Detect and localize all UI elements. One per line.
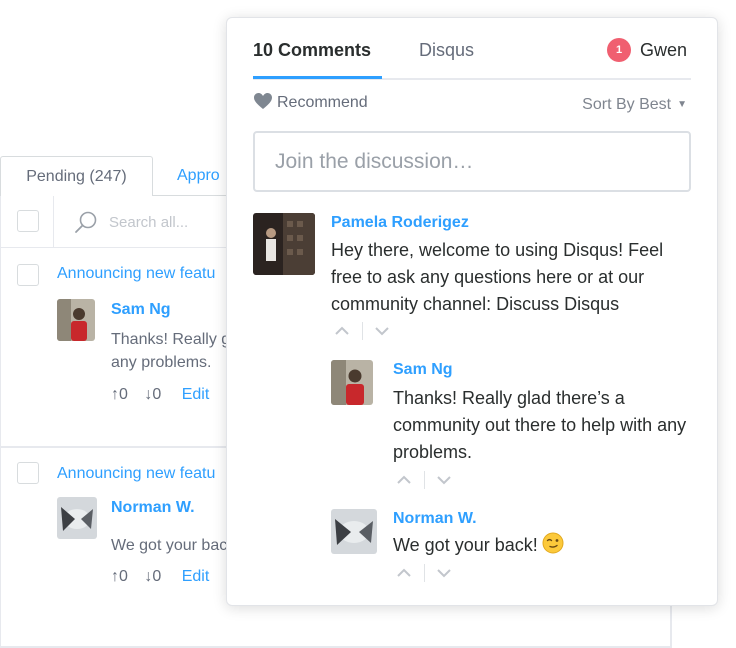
downvote-icon[interactable] <box>373 322 391 340</box>
comment-author[interactable]: Pamela Roderigez <box>331 214 469 232</box>
winking-face-icon <box>542 532 564 554</box>
join-discussion-input[interactable] <box>253 131 691 192</box>
vote-divider <box>424 471 425 489</box>
thread-title-link[interactable]: Announcing new featu <box>57 265 215 283</box>
avatar-image <box>57 299 95 341</box>
active-tab-indicator <box>253 76 382 79</box>
edit-link[interactable]: Edit <box>182 386 210 403</box>
user-menu[interactable]: Gwen <box>640 40 687 61</box>
avatar[interactable] <box>331 509 377 554</box>
avatar-image <box>253 213 315 275</box>
downvote-icon[interactable] <box>435 471 453 489</box>
comment-actions: ↑0 ↓0 Edit <box>111 568 215 586</box>
avatar[interactable] <box>331 360 373 405</box>
avatar <box>57 299 95 341</box>
item-checkbox[interactable] <box>17 462 39 484</box>
heart-icon <box>254 93 272 109</box>
comments-embed: 10 Comments Disqus 1 Gwen Recommend Sort… <box>226 17 718 606</box>
vote-divider <box>362 322 363 340</box>
vote-divider <box>424 564 425 582</box>
sort-dropdown[interactable]: Sort By Best ▼ <box>582 96 687 114</box>
search-icon <box>75 211 97 233</box>
upvote-icon[interactable] <box>333 322 351 340</box>
edit-link[interactable]: Edit <box>182 568 210 585</box>
thread-title-link[interactable]: Announcing new featu <box>57 465 215 483</box>
comment-text: We got your back! <box>393 532 691 559</box>
tab-comments[interactable]: 10 Comments <box>253 40 371 61</box>
comments-nav: 10 Comments Disqus 1 Gwen <box>253 18 691 80</box>
comment-author[interactable]: Norman W. <box>111 499 195 517</box>
tab-pending[interactable]: Pending (247) <box>0 156 153 196</box>
avatar-image <box>57 497 97 539</box>
upvote-count[interactable]: ↑0 <box>111 386 134 403</box>
avatar <box>57 497 97 539</box>
comment-text: Hey there, welcome to using Disqus! Feel… <box>331 240 664 314</box>
sort-label: Sort By Best <box>582 96 672 113</box>
avatar-image <box>331 360 373 405</box>
comment-text-body: We got your back! <box>393 535 538 555</box>
comment-text: Thanks! Really glad there’s a community … <box>393 388 687 462</box>
downvote-count[interactable]: ↓0 <box>144 568 167 585</box>
upvote-icon[interactable] <box>395 471 413 489</box>
tab-disqus[interactable]: Disqus <box>419 40 474 61</box>
comment-author[interactable]: Sam Ng <box>111 301 171 319</box>
downvote-count[interactable]: ↓0 <box>144 386 167 403</box>
comment-author[interactable]: Sam Ng <box>393 361 453 379</box>
chevron-down-icon: ▼ <box>677 99 687 110</box>
tab-approved[interactable]: Appro <box>177 156 220 196</box>
upvote-icon[interactable] <box>395 564 413 582</box>
avatar-image <box>331 509 377 554</box>
select-all-checkbox[interactable] <box>17 210 39 232</box>
upvote-count[interactable]: ↑0 <box>111 568 134 585</box>
avatar[interactable] <box>253 213 315 275</box>
recommend-label: Recommend <box>277 94 368 111</box>
comment-author[interactable]: Norman W. <box>393 510 477 528</box>
search-input[interactable] <box>109 210 229 234</box>
notification-badge[interactable]: 1 <box>607 38 631 62</box>
item-checkbox[interactable] <box>17 264 39 286</box>
toolbar-divider <box>53 196 54 248</box>
recommend-button[interactable]: Recommend <box>253 92 368 114</box>
comment-actions: ↑0 ↓0 Edit <box>111 386 215 404</box>
downvote-icon[interactable] <box>435 564 453 582</box>
